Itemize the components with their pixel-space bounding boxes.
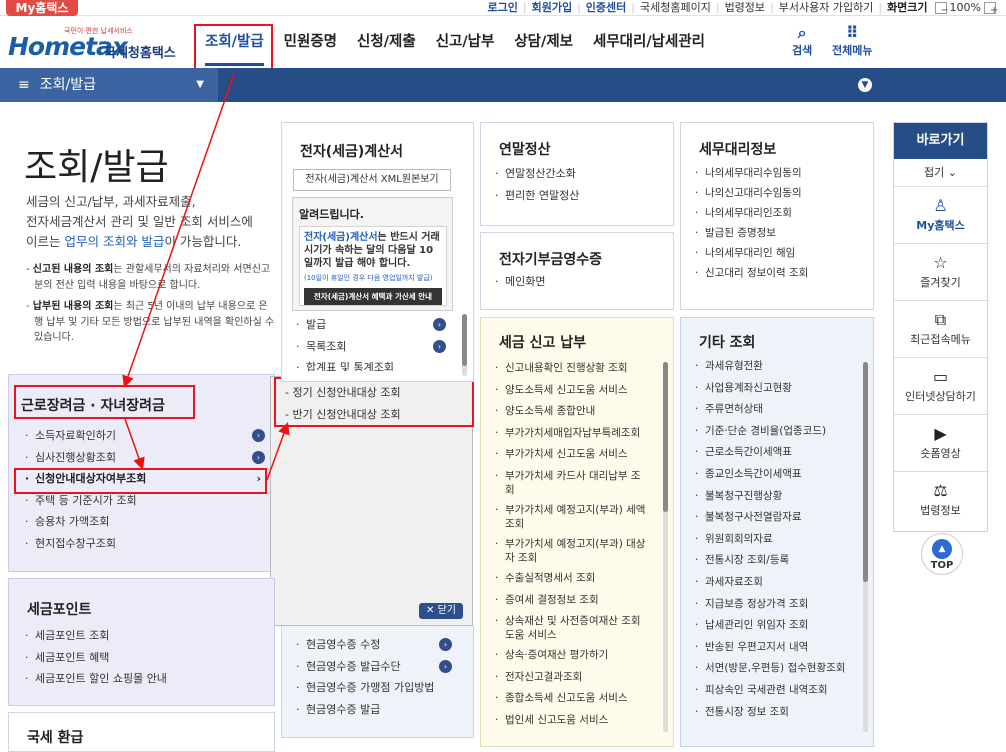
arrow-gnb-to-labor [122, 73, 235, 388]
arrow-item-to-popup [266, 422, 290, 481]
arrow-labor-to-item [124, 418, 145, 470]
annotation-arrows [122, 73, 290, 481]
